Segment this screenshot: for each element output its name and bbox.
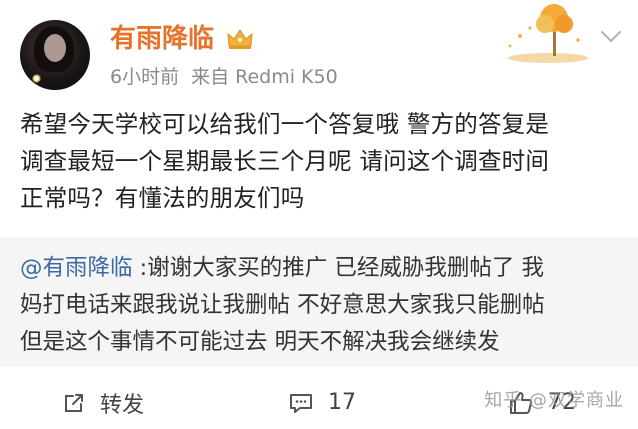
username[interactable]: 有雨降临 <box>110 22 214 56</box>
avatar[interactable] <box>20 20 90 90</box>
comment-button[interactable]: 17 <box>288 376 356 429</box>
repost-button[interactable]: 转发 <box>62 376 144 429</box>
comment-count: 17 <box>328 390 356 415</box>
repost-icon <box>65 393 83 412</box>
post-line: 调查最短一个星期最长三个月呢 请问这个调查时间 <box>20 147 550 175</box>
watermark: 知乎 @双学商业 <box>484 390 624 411</box>
comment-icon <box>290 393 312 413</box>
post-time: 6小时前 <box>110 66 180 88</box>
avatar-sparkler <box>32 74 41 83</box>
crown-icon <box>227 29 253 49</box>
post-line: 正常吗？有懂法的朋友们吗 <box>20 184 305 212</box>
post-content: 希望今天学校可以给我们一个答复哦 警方的答复是 调查最短一个星期最长三个月呢 请… <box>20 106 630 217</box>
repost-mention[interactable]: @有雨降临 <box>20 255 133 281</box>
repost-box[interactable]: @有雨降临 :谢谢大家买的推广 已经威胁我删帖了 我 妈打电话来跟我说让我删帖 … <box>0 237 638 367</box>
repost-line: @有雨降临 :谢谢大家买的推广 已经威胁我删帖了 我 <box>20 250 625 287</box>
post-source: 来自 Redmi K50 <box>191 66 338 88</box>
repost-label: 转发 <box>100 392 145 418</box>
avatar-face <box>44 34 66 62</box>
autumn-tree-decoration <box>508 4 588 63</box>
repost-line: 妈打电话来跟我说让我删帖 不好意思大家我只能删帖 <box>20 292 545 318</box>
chevron-down-icon[interactable] <box>600 30 622 44</box>
post-line: 希望今天学校可以给我们一个答复哦 警方的答复是 <box>20 110 550 138</box>
post-meta: 6小时前 来自 Redmi K50 <box>110 64 338 90</box>
repost-line: 但是这个事情不可能过去 明天不解决我会继续发 <box>20 329 500 355</box>
repost-content: @有雨降临 :谢谢大家买的推广 已经威胁我删帖了 我 妈打电话来跟我说让我删帖 … <box>20 250 625 361</box>
repost-text: :谢谢大家买的推广 已经威胁我删帖了 我 <box>132 255 545 281</box>
